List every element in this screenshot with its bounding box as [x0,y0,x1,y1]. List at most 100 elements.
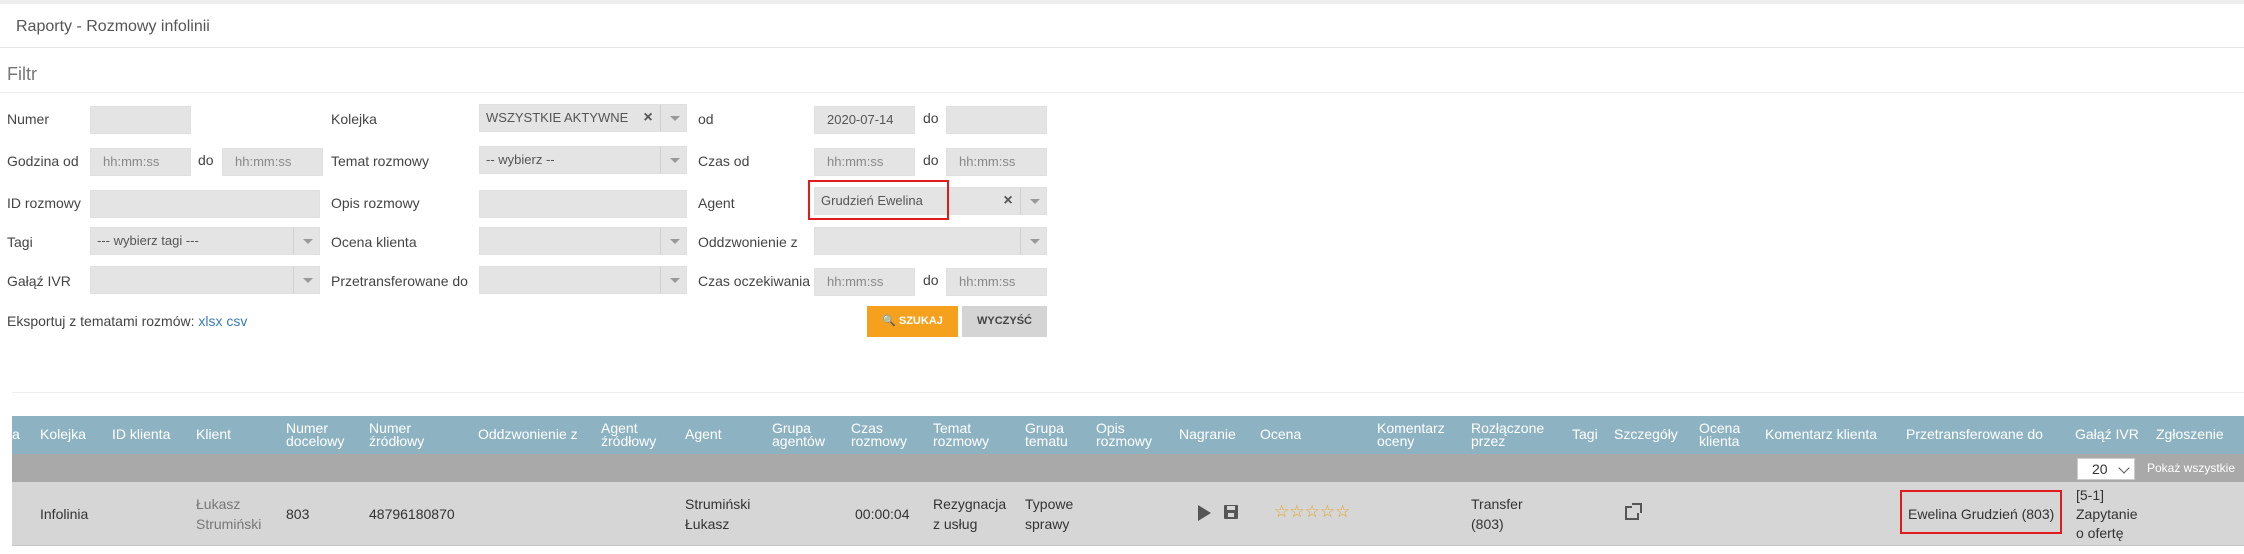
od-date-input[interactable]: 2020-07-14 [814,106,915,134]
col-header[interactable]: Grupa tematu [1025,421,1080,448]
tagi-select[interactable]: --- wybierz tagi --- [90,227,320,255]
col-header[interactable]: Ocena klienta [1699,421,1754,448]
export-csv-link[interactable]: csv [226,313,247,329]
export-row: Eksportuj z tematami rozmów: xlsx csv [7,313,247,329]
col-header[interactable]: Przetransferowane do [1906,427,2043,441]
search-button-label: SZUKAJ [898,315,943,327]
cell-rozlaczone-line1: Transfer [1471,496,1523,512]
czas-oczekiwania-label: Czas oczekiwania [698,273,811,289]
pager-bar: 20 Pokaż wszystkie [12,454,2244,482]
col-header[interactable]: Numer źródłowy [369,421,439,448]
col-header[interactable]: Oddzwonienie z [478,427,578,441]
col-header[interactable]: Gałąź IVR [2075,427,2139,441]
godzina-do-input[interactable]: hh:mm:ss [222,148,323,176]
external-link-icon[interactable] [1625,503,1642,520]
godzina-od-label: Godzina od [7,153,79,169]
chevron-down-icon [2118,462,2130,474]
temat-rozmowy-label: Temat rozmowy [331,153,430,169]
godzina-od-input[interactable]: hh:mm:ss [90,148,191,176]
czas-oczekiwania-od-input[interactable]: hh:mm:ss [814,268,915,296]
chevron-down-icon[interactable] [293,228,319,254]
czas-do-input[interactable]: hh:mm:ss [946,148,1047,176]
cell-galaz-line1: [5-1] [2076,487,2105,503]
page-size-value: 20 [2092,461,2108,477]
cell-klient-line1[interactable]: Łukasz [196,494,240,514]
godzina-do-label: do [198,152,214,168]
star-icon[interactable]: ☆ [1274,502,1289,521]
search-button[interactable]: 🔍 SZUKAJ [867,306,958,337]
oddzwonienie-z-select[interactable] [814,227,1047,255]
col-header[interactable]: a [12,427,20,441]
col-header[interactable]: Czas rozmowy [851,421,915,448]
star-icon[interactable]: ☆ [1289,502,1304,521]
opis-rozmowy-input[interactable] [479,190,687,218]
ocena-klienta-label: Ocena klienta [331,234,417,250]
export-label: Eksportuj z tematami rozmów: [7,313,195,329]
save-icon[interactable] [1224,505,1238,519]
tagi-value: --- wybierz tagi --- [97,233,199,248]
ocena-klienta-select[interactable] [479,227,687,255]
clear-button[interactable]: WYCZYŚĆ [962,306,1047,337]
play-icon[interactable] [1198,505,1211,521]
col-header[interactable]: Zgłoszenie [2156,427,2224,441]
col-header[interactable]: Klient [196,427,231,441]
col-header[interactable]: Nagranie [1179,427,1236,441]
col-header[interactable]: Tagi [1572,427,1598,441]
cell-galaz-line3: o ofertę [2076,525,2124,541]
numer-input[interactable] [90,106,191,134]
col-header[interactable]: Agent źródłowy [601,421,671,448]
col-header[interactable]: ID klienta [112,427,170,441]
col-header[interactable]: Grupa agentów [772,421,836,448]
chevron-down-icon[interactable] [660,105,686,131]
chevron-down-icon[interactable] [293,267,319,293]
chevron-down-icon[interactable] [1020,188,1046,214]
col-header[interactable]: Temat rozmowy [933,421,1003,448]
do-date-label: do [923,110,939,126]
czas-oczekiwania-do-label: do [923,272,939,288]
transfer-highlight-box [1900,490,2062,534]
chevron-down-icon[interactable] [660,147,686,173]
czas-od-input[interactable]: hh:mm:ss [814,148,915,176]
col-header[interactable]: Agent [685,427,722,441]
temat-rozmowy-value: -- wybierz -- [486,152,555,167]
cell-galaz-line2: Zapytanie [2076,506,2138,522]
star-icon[interactable]: ☆ [1305,502,1320,521]
clear-icon[interactable]: × [1000,188,1016,214]
show-all-button[interactable]: Pokaż wszystkie [2141,458,2241,480]
col-header[interactable]: Rozłączone przez [1471,421,1551,448]
chevron-down-icon[interactable] [660,267,686,293]
col-header[interactable]: Kolejka [40,427,86,441]
col-header[interactable]: Ocena [1260,427,1301,441]
cell-temat-line1: Rezygnacja [933,496,1007,512]
chevron-down-icon[interactable] [660,228,686,254]
clear-icon[interactable]: × [640,105,656,131]
chevron-down-icon[interactable] [1020,228,1046,254]
col-header[interactable]: Opis rozmowy [1096,421,1166,448]
filter-title: Filtr [7,64,37,84]
kolejka-value: WSZYSTKIE AKTYWNE [486,110,629,125]
rating-stars[interactable]: ☆☆☆☆☆ [1274,502,1350,522]
przetransferowane-do-select[interactable] [479,266,687,294]
galaz-ivr-label: Gałąź IVR [7,273,71,289]
col-header[interactable]: Komentarz klienta [1765,427,1877,441]
czas-oczekiwania-do-input[interactable]: hh:mm:ss [946,268,1047,296]
col-header[interactable]: Komentarz oceny [1377,421,1457,448]
id-rozmowy-input[interactable] [90,190,320,218]
search-icon: 🔍 [882,315,896,327]
col-header[interactable]: Numer docelowy [286,421,346,448]
cell-czas-rozmowy: 00:00:04 [855,506,910,522]
export-xlsx-link[interactable]: xlsx [198,313,222,329]
galaz-ivr-select[interactable] [90,266,320,294]
cell-grupa-line1: Typowe [1025,496,1074,512]
cell-klient-line2[interactable]: Strumiński [196,514,261,534]
kolejka-select[interactable]: WSZYSTKIE AKTYWNE × [479,104,687,132]
col-header[interactable]: Szczegóły [1614,427,1678,441]
table-header: a Kolejka ID klienta Klient Numer docelo… [12,416,2244,454]
star-icon[interactable]: ☆ [1335,502,1350,521]
cell-kolejka: Infolinia [40,506,89,522]
temat-rozmowy-select[interactable]: -- wybierz -- [479,146,687,174]
star-icon[interactable]: ☆ [1320,502,1335,521]
cell-grupa-line2: sprawy [1025,516,1070,532]
page-size-select[interactable]: 20 [2077,458,2135,480]
do-date-input[interactable] [946,106,1047,134]
